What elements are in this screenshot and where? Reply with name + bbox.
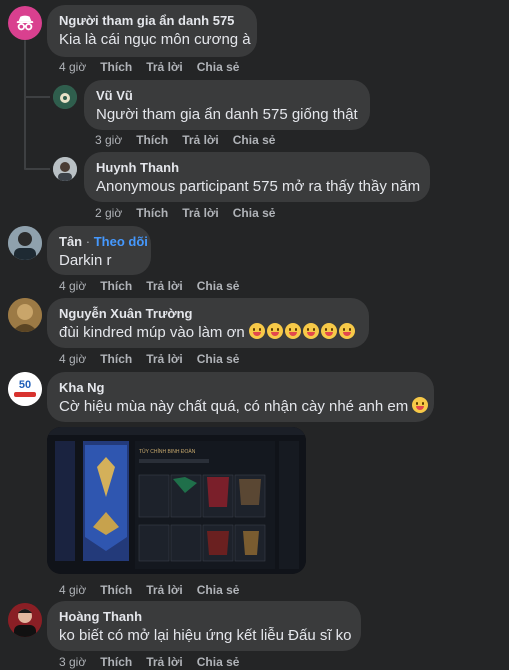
comment-text: Kia là cái ngục môn cương à <box>59 31 251 48</box>
reply-text: Người tham gia ẩn danh 575 giống thật <box>96 106 358 123</box>
attachment-header: TỦY CHỈNH BINH ĐOÀN <box>139 448 196 455</box>
avatar-image <box>53 85 77 109</box>
like-button[interactable]: Thích <box>100 351 132 367</box>
tongue-out-emoji-icon <box>302 323 319 339</box>
reply-button[interactable]: Trả lời <box>182 132 219 148</box>
comment-author[interactable]: Tân <box>59 234 82 249</box>
comment-bubble: Người tham gia ẩn danh 575 Kia là cái ng… <box>47 5 257 57</box>
like-button[interactable]: Thích <box>100 59 132 75</box>
comment-author[interactable]: Hoàng Thanh <box>59 609 349 625</box>
comment-bubble: Tân · Theo dõi Darkin r <box>47 226 151 275</box>
share-button[interactable]: Chia sẻ <box>197 278 240 294</box>
comment-actions: 4 giờ Thích Trả lời Chia sẻ <box>59 59 253 75</box>
avatar-image <box>8 298 42 332</box>
comment-time[interactable]: 4 giờ <box>59 278 86 294</box>
tongue-out-emoji-icon <box>266 323 283 339</box>
like-button[interactable]: Thích <box>136 132 168 148</box>
thread-branch-1 <box>24 96 50 98</box>
avatar-tan[interactable] <box>8 226 42 260</box>
reply-bubble: Vũ Vũ Người tham gia ẩn danh 575 giống t… <box>84 80 370 130</box>
reply-bubble: Huynh Thanh Anonymous participant 575 mở… <box>84 152 430 202</box>
avatar-vu-vu[interactable] <box>53 85 77 109</box>
avatar-image <box>53 157 77 181</box>
comment-actions: 4 giờ Thích Trả lời Chia sẻ <box>59 351 253 367</box>
reply-actions: 3 giờ Thích Trả lời Chia sẻ <box>95 132 289 148</box>
comment-bubble: Hoàng Thanh ko biết có mở lại hiệu ứng k… <box>47 601 361 651</box>
avatar-kha-ng[interactable]: 50 <box>8 372 42 406</box>
like-button[interactable]: Thích <box>100 278 132 294</box>
comment-bubble: Kha Ng Cờ hiệu mùa này chất quá, có nhận… <box>47 372 434 422</box>
comment-actions: 4 giờ Thích Trả lời Chia sẻ <box>59 582 253 598</box>
thread-line <box>24 40 26 170</box>
incognito-icon <box>16 15 34 31</box>
reply-text: Anonymous participant 575 mở ra thấy thầ… <box>96 178 421 195</box>
comment-time[interactable]: 4 giờ <box>59 582 86 598</box>
comment-text: đùi kindred múp vào làm ơn <box>59 324 245 341</box>
thread-branch-2 <box>24 168 50 170</box>
comment-text: ko biết có mở lại hiệu ứng kết liễu Đấu … <box>59 627 352 644</box>
tongue-out-emoji-icon <box>320 323 337 339</box>
avatar-anonymous[interactable] <box>8 6 42 40</box>
comment-author[interactable]: Nguyễn Xuân Trường <box>59 306 357 322</box>
comment-time[interactable]: 4 giờ <box>59 351 86 367</box>
comment-text: Darkin r <box>59 252 112 269</box>
avatar-hoang-thanh[interactable] <box>8 603 42 637</box>
separator-dot: · <box>85 234 91 249</box>
tongue-out-emoji-icon <box>284 323 301 339</box>
avatar-nguyen-xuan-truong[interactable] <box>8 298 42 332</box>
share-button[interactable]: Chia sẻ <box>233 205 276 221</box>
comment-text-line: Cờ hiệu mùa này chất quá, có nhận cày nh… <box>59 397 429 417</box>
reply-author[interactable]: Huynh Thanh <box>96 160 418 176</box>
game-screenshot: TỦY CHỈNH BINH ĐOÀN <box>47 427 306 574</box>
reply-button[interactable]: Trả lời <box>146 59 183 75</box>
share-button[interactable]: Chia sẻ <box>197 582 240 598</box>
comment-text-line: đùi kindred múp vào làm ơn <box>59 323 357 343</box>
comment-author[interactable]: Kha Ng <box>59 380 422 396</box>
comment-actions: 4 giờ Thích Trả lời Chia sẻ <box>59 278 253 294</box>
follow-link[interactable]: Theo dõi <box>94 234 148 249</box>
comment-time[interactable]: 4 giờ <box>59 59 86 75</box>
like-button[interactable]: Thích <box>100 582 132 598</box>
like-button[interactable]: Thích <box>136 205 168 221</box>
avatar-huynh-thanh[interactable] <box>53 157 77 181</box>
avatar-image <box>8 603 42 637</box>
tongue-out-emoji-icon <box>248 323 265 339</box>
reply-button[interactable]: Trả lời <box>146 582 183 598</box>
avatar-image: 50 <box>8 372 42 406</box>
reply-time[interactable]: 3 giờ <box>95 132 122 148</box>
tongue-out-emoji-icon <box>338 323 355 339</box>
reply-actions: 2 giờ Thích Trả lời Chia sẻ <box>95 205 289 221</box>
reply-time[interactable]: 2 giờ <box>95 205 122 221</box>
reply-author[interactable]: Vũ Vũ <box>96 88 358 104</box>
reply-button[interactable]: Trả lời <box>182 205 219 221</box>
share-button[interactable]: Chia sẻ <box>197 59 240 75</box>
comment-text: Cờ hiệu mùa này chất quá, có nhận cày nh… <box>59 398 409 415</box>
svg-text:50: 50 <box>19 379 31 391</box>
comment-author-line: Tân · Theo dõi <box>59 234 148 250</box>
reply-button[interactable]: Trả lời <box>146 278 183 294</box>
share-button[interactable]: Chia sẻ <box>197 351 240 367</box>
comment-image-attachment[interactable]: TỦY CHỈNH BINH ĐOÀN <box>47 427 306 574</box>
share-button[interactable]: Chia sẻ <box>233 132 276 148</box>
comment-author[interactable]: Người tham gia ẩn danh 575 <box>59 13 245 29</box>
laughing-emoji-icon <box>412 397 429 413</box>
avatar-image <box>8 226 42 260</box>
reply-button[interactable]: Trả lời <box>146 351 183 367</box>
comment-bubble: Nguyễn Xuân Trường đùi kindred múp vào l… <box>47 298 369 348</box>
